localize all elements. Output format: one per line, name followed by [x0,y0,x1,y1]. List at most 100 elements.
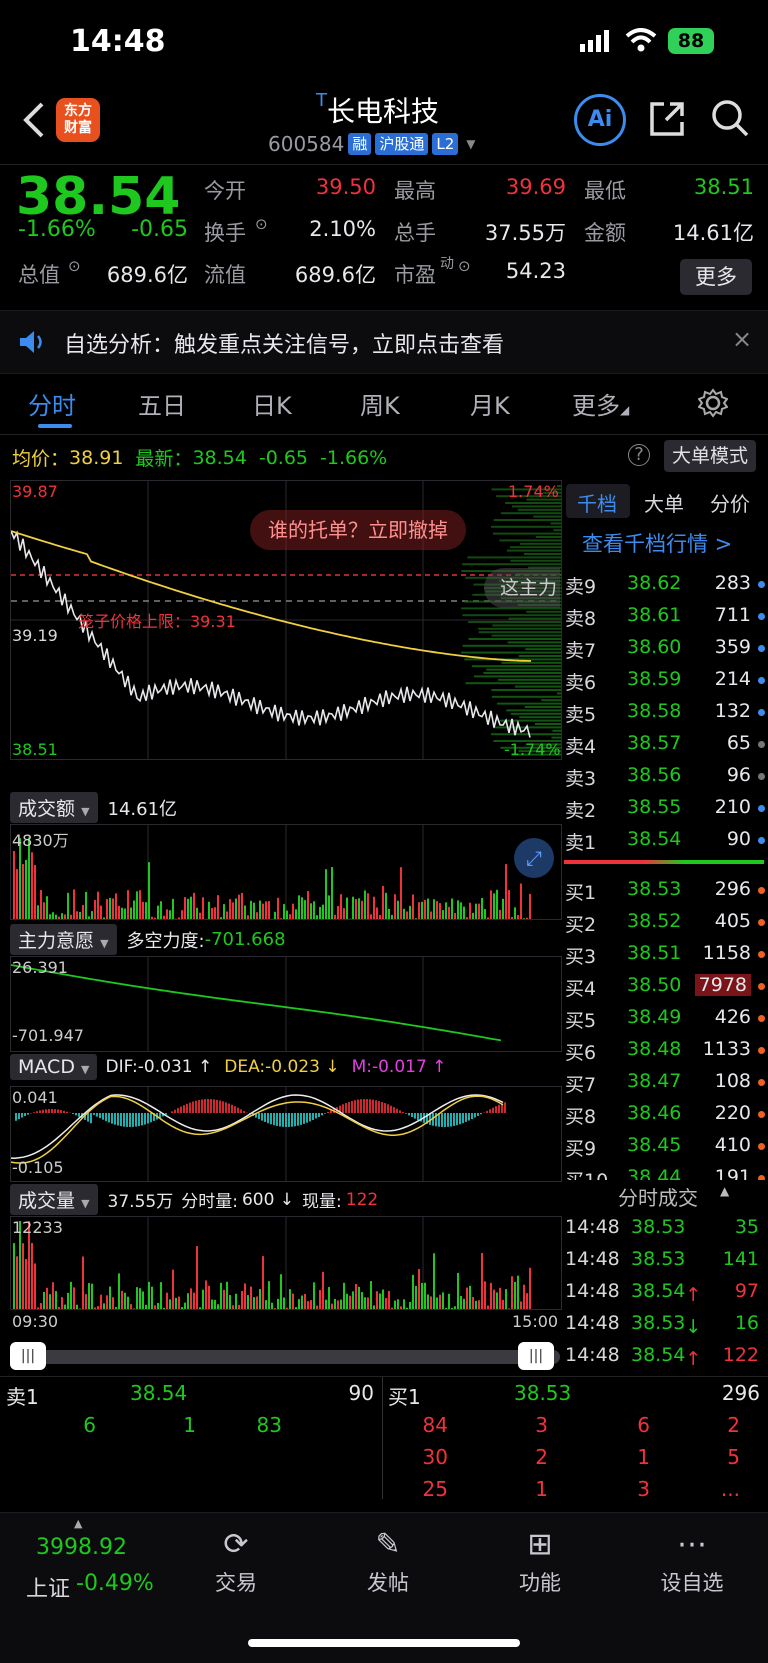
volume-bar [511,1276,513,1309]
tab-fenshi[interactable]: 分时 [28,386,76,421]
expand-icon[interactable]: ⤢ [514,838,554,878]
volume-bar [85,1294,87,1309]
bid-row[interactable]: 买338.511158 [565,938,765,970]
volume-bar [148,862,150,919]
macd-bar [288,1113,290,1127]
macd-bar [408,1113,410,1115]
tab-more[interactable]: 更多◢ [572,386,629,421]
bid-row[interactable]: 买438.507978 [565,970,765,1002]
info-icon[interactable]: ⊙ [68,257,81,275]
macd-bar [72,1113,74,1114]
tab-week-k[interactable]: 周K [360,386,400,421]
bid-row[interactable]: 买238.52405 [565,906,765,938]
queue-divider [382,1377,383,1499]
volume-bar [412,1275,414,1309]
pe-sup: 动 [440,253,454,273]
tab-month-k[interactable]: 月K [470,386,510,421]
bid-row[interactable]: 买938.45410 [565,1130,765,1162]
ob-tab-fenjia[interactable]: 分价 [710,488,750,517]
settings-icon[interactable] [698,388,728,422]
bid-row[interactable]: 买638.481133 [565,1034,765,1066]
ask-row[interactable]: 卖738.60359 [565,632,765,664]
range-handle-left[interactable]: ||| [10,1342,46,1370]
macd-bar [489,1109,491,1113]
ai-button[interactable]: Ai [574,94,626,146]
time-range-slider[interactable] [10,1350,560,1364]
tab-five-day[interactable]: 五日 [138,386,186,421]
ask-row[interactable]: 卖238.55210 [565,792,765,824]
help-icon[interactable]: ? [628,444,650,466]
bid-row[interactable]: 买138.53296 [565,874,765,906]
volume-bar [403,909,405,919]
ask-row[interactable]: 卖338.5696 [565,760,765,792]
volume-bar [43,902,45,919]
bid-row[interactable]: 买738.47108 [565,1066,765,1098]
index-ticker[interactable]: ▲ 3998.92 上证 -0.49% [0,1513,156,1623]
depth-bar [462,614,561,616]
notice-text: 自选分析：触发重点关注信号，立即点击查看 [64,327,504,359]
volume-bar [157,1303,159,1309]
back-icon[interactable] [22,100,46,144]
volume-bar [139,890,141,919]
bid-row[interactable]: 买838.46220 [565,1098,765,1130]
volume-bar [499,910,501,919]
info-icon[interactable]: ⊙ [458,257,471,275]
volume-bar [211,908,213,919]
tab-day-k[interactable]: 日K [252,386,292,421]
big-order-mode-button[interactable]: 大单模式 [664,440,756,472]
app-logo[interactable]: 东方 财富 [56,98,100,142]
qiandang-link[interactable]: 查看千档行情 > [582,528,732,558]
ob-tab-qiandang[interactable]: 千档 [577,488,617,517]
ask-row[interactable]: 卖538.58132 [565,696,765,728]
promo-bubble[interactable]: 谁的托单？立即撤掉 [250,510,466,550]
order-dot [758,919,765,926]
ticks-header[interactable]: 分时成交 ▲ [562,1180,768,1210]
index-pct: -0.49% [76,1571,154,1596]
force-selector[interactable]: 主力意愿 ▼ [10,924,117,955]
macd-bar [405,1113,407,1114]
ask-label: 卖5 [565,700,596,727]
promo-bubble-2[interactable]: 这主力 [484,568,560,608]
volume-bar [331,867,333,919]
info-icon[interactable]: ⊙ [255,215,268,233]
search-icon[interactable] [710,98,750,142]
bid-row[interactable]: 买538.49426 [565,1002,765,1034]
macd-bar [486,1111,488,1113]
nav-trade[interactable]: ⟳交易 [186,1523,286,1597]
high-value: 39.69 [480,175,566,199]
close-icon[interactable]: × [732,325,752,353]
volume-selector[interactable]: 成交量 ▼ [10,1184,98,1215]
nav-post[interactable]: ✎发帖 [338,1523,438,1597]
amount-selector[interactable]: 成交额 ▼ [10,792,98,823]
force-min-label: -701.947 [12,1026,84,1045]
volume-bar [331,1304,333,1309]
volume-bar [451,1308,453,1309]
ask-row[interactable]: 卖638.59214 [565,664,765,696]
ob-tab-dadan[interactable]: 大单 [644,488,684,517]
volume-bar [13,851,15,919]
ask-row[interactable]: 卖838.61711 [565,600,765,632]
volume-bar [436,901,438,919]
ask-row[interactable]: 卖438.5765 [565,728,765,760]
volume-bar [388,1291,390,1309]
dropdown-icon[interactable]: ▼ [466,137,475,151]
bid-price: 38.50 [627,974,681,996]
volume-bar [136,1287,138,1309]
range-handle-right[interactable]: ||| [518,1342,554,1370]
volume-panel-value: 37.55万 [108,1187,174,1212]
nav-add-watchlist[interactable]: ⋯设自选 [642,1523,742,1597]
nav-functions[interactable]: ⊞功能 [490,1523,590,1597]
more-button[interactable]: 更多 [680,259,752,295]
volume-bar [259,1289,261,1309]
volume-bar [253,903,255,919]
macd-selector[interactable]: MACD ▼ [10,1054,97,1080]
tab-more-label: 更多 [572,392,620,420]
stock-title[interactable]: T长电科技 [316,90,439,130]
ask-row[interactable]: 卖938.62283 [565,568,765,600]
share-icon[interactable] [648,98,688,142]
tick-price: 38.53 [631,1248,685,1270]
ask-row[interactable]: 卖138.5490 [565,824,765,856]
depth-bar [469,638,561,640]
volume-bar [481,1253,483,1309]
notice-bar[interactable]: 自选分析：触发重点关注信号，立即点击查看 × [0,310,768,374]
